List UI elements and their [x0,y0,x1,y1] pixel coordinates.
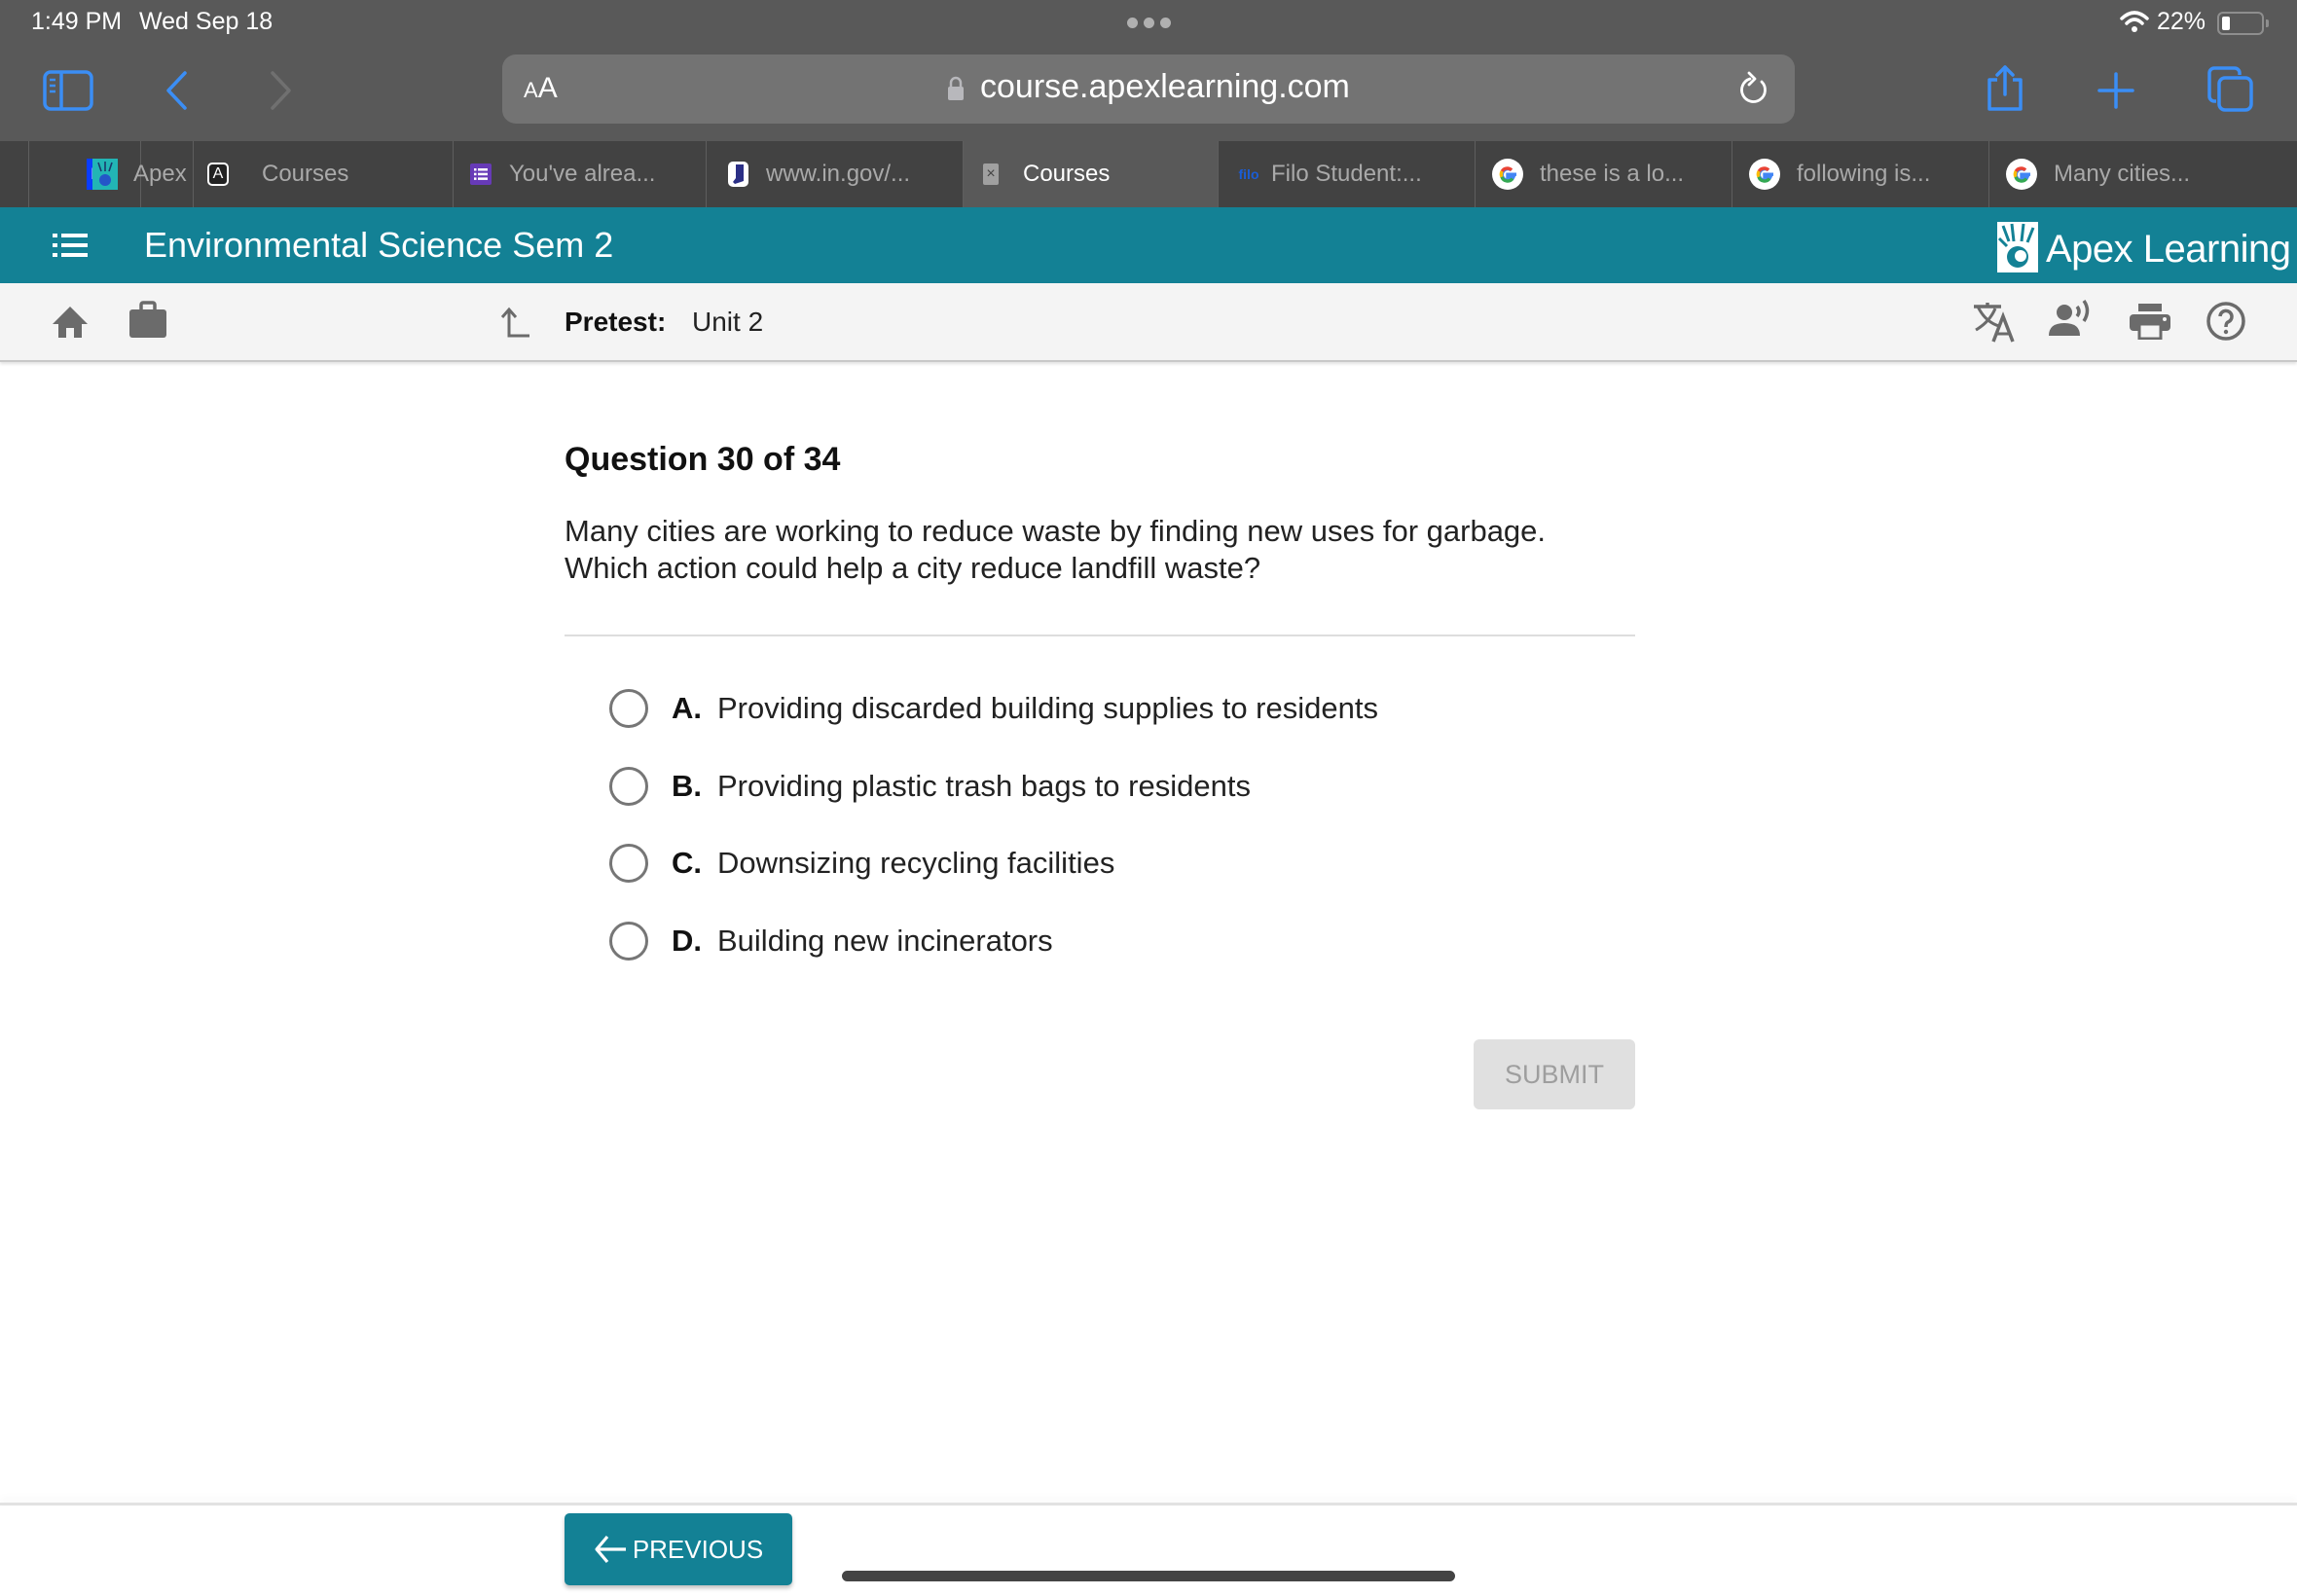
tab-bar: BI Apex A Courses You've alrea... www.in… [0,141,2297,207]
activity-toolbar: Pretest: Unit 2 [0,283,2297,362]
radio-button[interactable] [609,689,648,728]
question-prompt: Many cities are working to reduce waste … [565,513,1655,587]
sidebar-icon[interactable] [43,70,93,116]
question-text-line: Many cities are working to reduce waste … [565,514,1547,548]
tab-label: Courses [262,161,349,187]
google-icon [1749,159,1780,190]
submit-button[interactable]: SUBMIT [1474,1039,1635,1109]
tab-label: www.in.gov/... [766,161,911,187]
close-icon[interactable]: × [983,163,999,185]
brand-name: Apex Learning [2046,228,2291,271]
briefcase-icon[interactable] [128,301,168,345]
tab-label: You've alrea... [509,161,656,187]
url-text[interactable]: course.apexlearning.com [980,68,1350,106]
tab-apex[interactable]: Apex [92,141,194,207]
radio-button[interactable] [609,844,648,883]
status-time: 1:49 PM [31,8,123,35]
tabs-overview-icon[interactable] [2207,66,2254,118]
address-bar[interactable]: AA course.apexlearning.com [502,54,1795,124]
tab-google-3[interactable]: Many cities... [1989,141,2248,207]
courses-favicon-icon: A [207,163,229,186]
google-icon [2006,159,2037,190]
help-icon[interactable] [2206,301,2246,346]
tab-label: Many cities... [2054,161,2191,187]
activity-unit: Unit 2 [692,307,764,337]
home-icon[interactable] [51,305,90,345]
filo-favicon-icon: filo [1238,166,1259,182]
translate-icon[interactable] [1972,301,2017,348]
option-letter: A. [672,691,702,725]
course-header: Environmental Science Sem 2 Apex Learnin… [0,207,2297,283]
apex-learning-logo[interactable]: Apex Learning [1997,222,2291,277]
answer-option-a[interactable]: A. Providing discarded building supplies… [609,689,1378,728]
previous-label: PREVIOUS [632,1534,764,1564]
tab-courses-active[interactable]: × Courses [964,141,1219,207]
back-icon[interactable] [164,70,189,116]
option-letter: C. [672,846,702,880]
list-icon [470,163,492,185]
lock-icon [947,76,965,106]
wifi-icon [2120,10,2149,38]
indiana-icon [728,162,748,187]
forward-icon[interactable] [269,70,294,116]
tab-google-1[interactable]: these is a lo... [1476,141,1732,207]
tab-label: Filo Student:... [1271,161,1422,187]
answer-option-c[interactable]: C. Downsizing recycling facilities [609,844,1114,883]
activity-type: Pretest: [565,307,667,337]
share-icon[interactable] [1984,64,2026,118]
option-letter: B. [672,769,702,803]
question-text-line: Which action could help a city reduce la… [565,551,1261,585]
previous-button[interactable]: PREVIOUS [565,1513,792,1585]
tab-courses-1[interactable]: A Courses [194,141,454,207]
text-to-speech-icon[interactable] [2048,299,2095,343]
answer-option-d[interactable]: D. Building new incinerators [609,922,1053,961]
menu-icon[interactable] [51,231,90,265]
divider [565,635,1635,636]
text-size-button[interactable]: AA [524,72,558,105]
tab-in-gov[interactable]: www.in.gov/... [707,141,964,207]
radio-button[interactable] [609,767,648,806]
tab-forms[interactable]: You've alrea... [454,141,707,207]
tab-label: Apex [133,161,187,187]
tab-filo[interactable]: filo Filo Student:... [1219,141,1476,207]
apex-favicon-icon [92,159,118,190]
up-arrow-icon[interactable] [498,307,531,345]
tab-label: these is a lo... [1540,161,1685,187]
multitasking-dots-icon[interactable] [1127,18,1171,28]
option-text: Providing discarded building supplies to… [717,691,1378,725]
tab-google-2[interactable]: following is... [1732,141,1989,207]
option-text: Downsizing recycling facilities [717,846,1115,880]
battery-icon [2217,12,2269,35]
tab-label: following is... [1797,161,1931,187]
reload-icon[interactable] [1736,70,1771,114]
print-icon[interactable] [2129,303,2171,345]
option-text: Building new incinerators [717,924,1053,958]
course-title: Environmental Science Sem 2 [144,225,614,265]
new-tab-icon[interactable] [2097,72,2134,114]
tab-label: Courses [1023,161,1111,187]
footer-divider [0,1503,2297,1505]
battery-percentage: 22% [2157,8,2206,35]
radio-button[interactable] [609,922,648,961]
arrow-left-icon [595,1535,626,1564]
answer-option-b[interactable]: B. Providing plastic trash bags to resid… [609,767,1251,806]
tab-edge [0,141,29,207]
status-date: Wed Sep 18 [139,8,273,35]
google-icon [1492,159,1523,190]
browser-chrome: 1:49 PM Wed Sep 18 22% AA course.apexlea… [0,0,2297,141]
home-indicator[interactable] [842,1571,1455,1581]
question-title: Question 30 of 34 [565,441,841,478]
option-text: Providing plastic trash bags to resident… [717,769,1251,803]
option-letter: D. [672,924,702,958]
apex-logo-icon [1997,222,2038,277]
